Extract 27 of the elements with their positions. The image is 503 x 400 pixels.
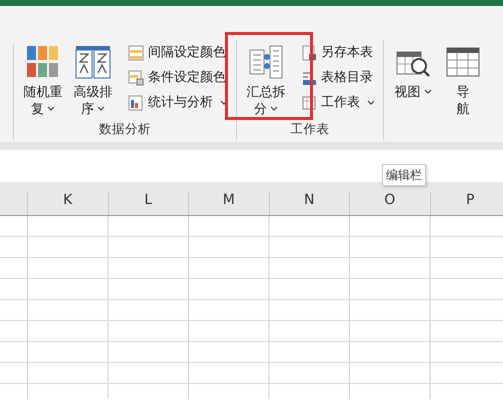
tooltip: 编辑栏 bbox=[382, 164, 426, 186]
ribbon-button[interactable]: 条件设定颜色 bbox=[126, 65, 230, 90]
ribbon-button[interactable]: 视图 bbox=[390, 40, 436, 118]
group-label: 工作表 bbox=[290, 120, 330, 138]
ribbon-button[interactable]: 工作表 bbox=[299, 90, 377, 115]
ribbon-button[interactable]: 表格目录 bbox=[299, 65, 377, 90]
column-header[interactable]: K bbox=[27, 192, 108, 215]
ribbon-button[interactable]: 统计与分析 bbox=[126, 90, 230, 115]
sort-icon bbox=[75, 44, 111, 80]
column-header[interactable]: M bbox=[188, 192, 268, 215]
ribbon-button[interactable]: 随机重复 bbox=[20, 40, 66, 118]
chart-icon bbox=[128, 94, 144, 110]
group-label: 数据分析 bbox=[98, 120, 152, 138]
column-header[interactable]: N bbox=[268, 192, 349, 215]
color-grid-icon bbox=[25, 44, 61, 80]
column-header[interactable]: P bbox=[430, 192, 503, 215]
table-list-icon bbox=[301, 70, 317, 86]
conditional-format-icon bbox=[128, 70, 144, 86]
ribbon-button[interactable]: 汇总拆分 bbox=[243, 40, 289, 118]
column-header[interactable]: O bbox=[349, 192, 430, 215]
merge-icon bbox=[248, 44, 284, 80]
ribbon-button[interactable]: 另存本表 bbox=[299, 40, 377, 65]
stripe-icon bbox=[128, 44, 144, 60]
ribbon-button[interactable]: 导航 bbox=[440, 40, 486, 118]
column-header[interactable]: L bbox=[108, 192, 188, 215]
ribbon-button[interactable]: 间隔设定颜色 bbox=[126, 40, 230, 65]
ribbon-button[interactable]: 高级排序 bbox=[70, 40, 116, 118]
